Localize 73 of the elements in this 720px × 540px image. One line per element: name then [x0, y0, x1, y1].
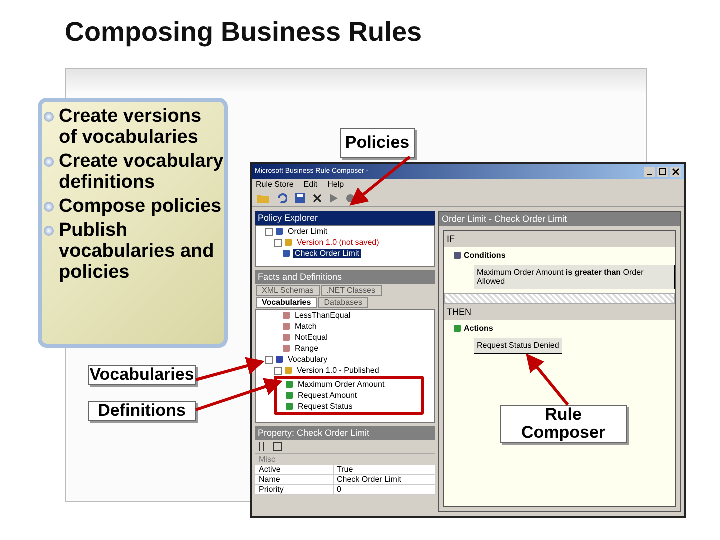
- scrollbar[interactable]: [444, 293, 675, 304]
- tab[interactable]: Databases: [318, 297, 368, 308]
- pane-header: Facts and Definitions: [255, 270, 435, 284]
- tree-item[interactable]: Range: [293, 344, 321, 353]
- property-value[interactable]: True: [334, 465, 435, 474]
- tree-item[interactable]: Match: [293, 322, 319, 331]
- bullet-text: Publish vocabularies and policies: [59, 220, 216, 283]
- pane-header: Property: Check Order Limit: [255, 426, 435, 440]
- node-icon: [285, 239, 292, 246]
- tree-item[interactable]: LessThanEqual: [293, 311, 353, 320]
- pointer-arrow: [196, 357, 265, 382]
- node-icon: [283, 250, 290, 257]
- node-icon: [283, 334, 290, 341]
- minimize-icon[interactable]: [644, 166, 655, 176]
- node-icon: [283, 323, 290, 330]
- condition-text[interactable]: Maximum Order Amount is greater than Order Allowed: [474, 265, 675, 289]
- tree-item[interactable]: Version 1.0 (not saved): [295, 238, 382, 247]
- close-icon[interactable]: [670, 166, 681, 176]
- callout-label: Policies: [340, 128, 415, 158]
- property-name: Active: [255, 465, 334, 474]
- node-icon: [276, 356, 283, 363]
- property-name: Priority: [255, 485, 334, 494]
- tree-item[interactable]: Vocabulary: [286, 355, 330, 364]
- section-label: IF: [444, 231, 675, 247]
- tree-item[interactable]: Actions: [464, 324, 494, 332]
- callout-label: Definitions: [88, 401, 196, 421]
- tab[interactable]: XML Schemas: [256, 285, 320, 296]
- bullet-icon: [44, 202, 54, 212]
- tree-item[interactable]: Order Limit: [286, 227, 330, 236]
- bullet-text: Create versions of vocabularies: [59, 106, 203, 148]
- node-icon: [283, 312, 290, 319]
- tree-item[interactable]: Conditions: [464, 250, 506, 260]
- pane-header: Order Limit - Check Order Limit: [439, 212, 680, 226]
- tree-item[interactable]: Request Amount: [296, 391, 360, 400]
- bullet-icon: [44, 112, 54, 122]
- cross-icon[interactable]: [313, 194, 322, 202]
- play-icon[interactable]: [330, 194, 338, 202]
- maximize-icon[interactable]: [657, 166, 668, 176]
- node-icon: [454, 324, 461, 332]
- circle-icon[interactable]: [346, 194, 355, 202]
- bullet-icon: [44, 226, 54, 236]
- tree-item[interactable]: Request Status: [296, 402, 355, 411]
- undo-icon[interactable]: [277, 193, 287, 203]
- tree-item[interactable]: Version 1.0 - Published: [295, 366, 382, 375]
- pointer-arrow: [526, 354, 570, 406]
- bullet-text: Compose policies: [59, 196, 222, 217]
- node-icon: [286, 392, 293, 399]
- bullet-icon: [44, 157, 54, 167]
- slide-title: Composing Business Rules: [64, 16, 424, 48]
- action-text[interactable]: Request Status Denied: [474, 338, 562, 354]
- tree-item[interactable]: Check Order Limit: [293, 249, 362, 258]
- bullet-text: Create vocabulary definitions: [59, 151, 224, 193]
- grid-icon[interactable]: [273, 442, 282, 451]
- callout-label: Vocabularies: [88, 365, 196, 385]
- node-icon: [286, 381, 293, 388]
- section-label: THEN: [444, 304, 675, 320]
- node-icon: [283, 345, 290, 352]
- node-icon: [454, 252, 461, 258]
- tree-item[interactable]: Maximum Order Amount: [296, 380, 387, 389]
- tree-item[interactable]: NotEqual: [293, 333, 330, 342]
- pane-header: Policy Explorer: [255, 211, 435, 225]
- menu-item[interactable]: Help: [328, 180, 344, 189]
- property-value[interactable]: 0: [334, 485, 435, 494]
- menu-item[interactable]: Rule Store: [256, 180, 294, 189]
- callout-label: Rule Composer: [500, 405, 627, 443]
- tab[interactable]: Vocabularies: [256, 297, 318, 308]
- menu-item[interactable]: Edit: [304, 180, 318, 189]
- tab[interactable]: .NET Classes: [320, 285, 382, 296]
- node-icon: [286, 403, 293, 410]
- node-icon: [285, 367, 292, 374]
- node-icon: [276, 228, 283, 235]
- property-value[interactable]: Check Order Limit: [334, 475, 435, 484]
- property-name: Name: [255, 475, 334, 484]
